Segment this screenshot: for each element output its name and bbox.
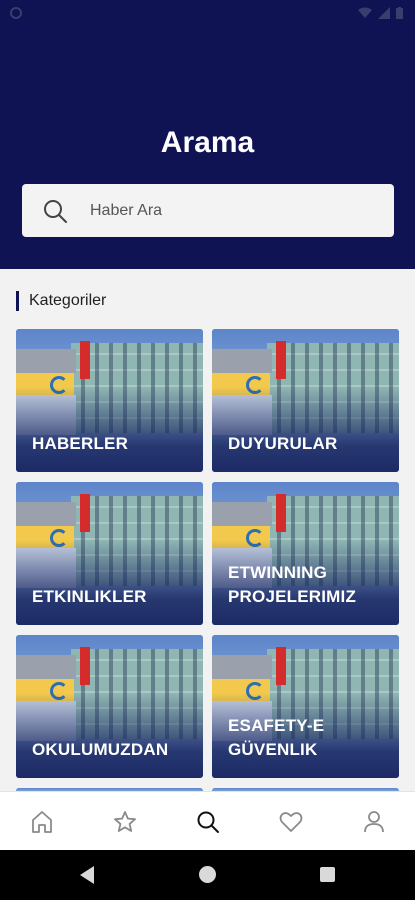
search-icon[interactable] [195,809,221,835]
home-icon[interactable] [199,866,216,883]
section-accent-bar [16,291,19,311]
system-navigation-bar [0,850,415,900]
notification-icon [10,7,22,22]
category-label: ETWINNING PROJELERIMIZ [228,563,357,606]
heart-icon[interactable] [278,809,304,835]
category-card-esafety[interactable]: ESAFETY-EGÜVENLIK [212,635,399,778]
back-icon[interactable] [80,866,94,884]
category-label: ESAFETY-EGÜVENLIK [228,716,325,759]
category-label: ETKINLIKLER [32,587,147,606]
wifi-icon [358,7,372,22]
category-card-etkinlikler[interactable]: ETKINLIKLER [16,482,203,625]
header: Arama [0,0,415,269]
search-icon [42,198,68,229]
bottom-navigation [0,791,415,851]
category-card-okulumuzdan[interactable]: OKULUMUZDAN [16,635,203,778]
section-header: Kategoriler [16,291,106,311]
category-card-haberler[interactable]: HABERLER [16,329,203,472]
category-label: DUYURULAR [228,434,338,453]
search-bar[interactable] [22,184,394,237]
star-icon[interactable] [112,809,138,835]
battery-icon [396,7,403,22]
category-label: HABERLER [32,434,129,453]
recents-icon[interactable] [320,867,335,882]
signal-icon [378,7,390,22]
profile-icon[interactable] [361,809,387,835]
status-bar [0,0,415,28]
section-title: Kategoriler [29,292,107,309]
category-card-duyurular[interactable]: DUYURULAR [212,329,399,472]
home-icon[interactable] [29,809,55,835]
categories-area: Kategoriler HABERLER DUYURULAR ETKINLIKL… [0,269,415,791]
search-input[interactable] [88,197,372,225]
category-label: OKULUMUZDAN [32,740,169,759]
page-title: Arama [160,126,255,159]
category-card-etwinning[interactable]: ETWINNING PROJELERIMIZ [212,482,399,625]
